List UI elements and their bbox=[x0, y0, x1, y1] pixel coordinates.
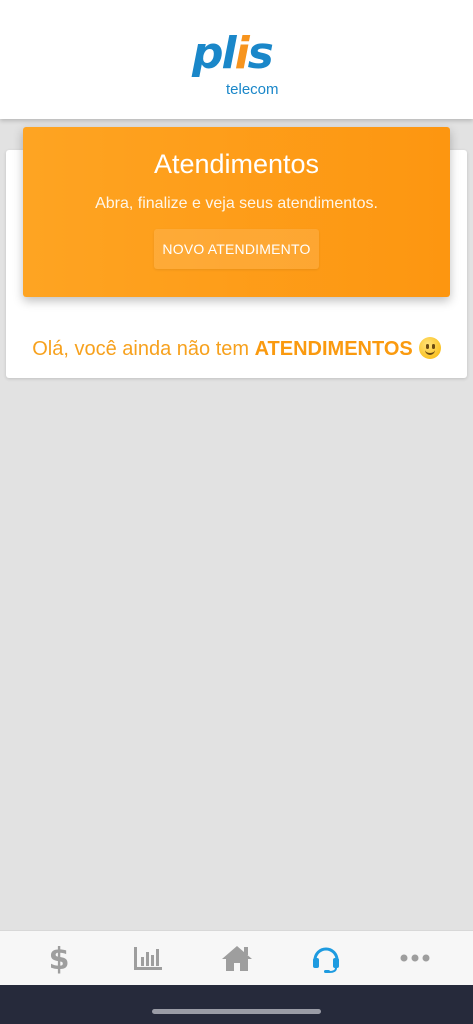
nav-financeiro[interactable]: $ bbox=[31, 931, 87, 986]
empty-state-message: Olá, você ainda não tem ATENDIMENTOS bbox=[0, 337, 473, 361]
logo-text-pl: pl bbox=[192, 28, 237, 79]
smiley-emoji-icon bbox=[418, 337, 441, 359]
page-subtitle: Abra, finalize e veja seus atendimentos. bbox=[95, 195, 378, 212]
nav-consumo[interactable] bbox=[120, 931, 176, 986]
home-icon bbox=[221, 946, 252, 971]
bar-chart-icon bbox=[133, 947, 162, 970]
system-home-bar bbox=[0, 985, 473, 1024]
page-title: Atendimentos bbox=[153, 149, 320, 179]
logo-text-s: s bbox=[247, 28, 274, 79]
empty-state-prefix: Olá, você ainda não tem bbox=[32, 338, 250, 360]
app-header: plis telecom bbox=[0, 0, 473, 119]
nav-atendimentos[interactable] bbox=[298, 931, 354, 986]
nav-inicio[interactable] bbox=[209, 931, 265, 986]
bottom-navigation: $ bbox=[0, 930, 473, 985]
logo-text-i: i bbox=[234, 28, 250, 79]
atendimentos-banner: Atendimentos Abra, finalize e veja seus … bbox=[23, 127, 450, 297]
new-atendimento-button[interactable]: NOVO ATENDIMENTO bbox=[154, 229, 319, 269]
headset-icon bbox=[312, 947, 339, 973]
svg-text:$: $ bbox=[48, 942, 69, 974]
logo-wordmark: plis bbox=[192, 32, 274, 76]
nav-mais[interactable] bbox=[387, 931, 443, 986]
dollar-icon: $ bbox=[48, 942, 69, 974]
home-indicator[interactable] bbox=[152, 1009, 321, 1014]
plis-telecom-logo: plis telecom bbox=[192, 32, 288, 102]
logo-tagline: telecom bbox=[226, 81, 279, 98]
more-icon bbox=[400, 954, 429, 962]
empty-state-highlight: ATENDIMENTOS bbox=[254, 338, 413, 360]
